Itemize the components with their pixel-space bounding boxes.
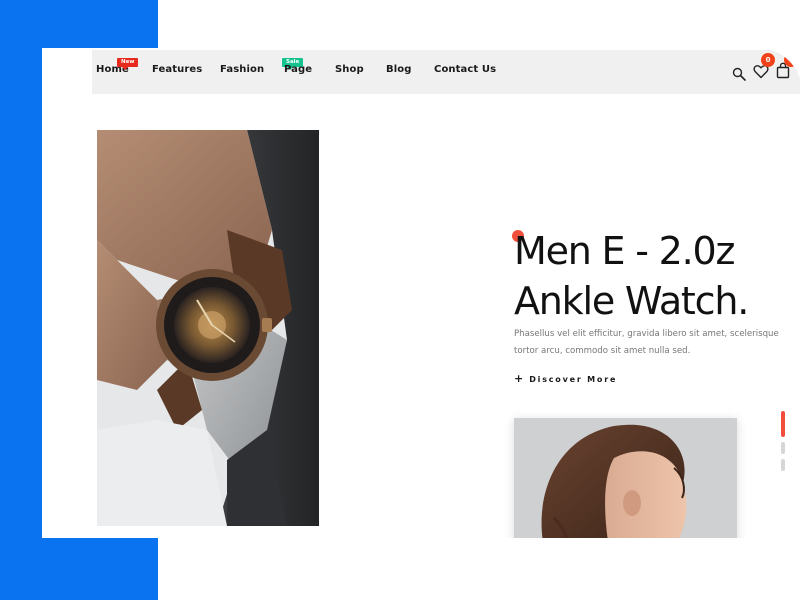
hero-title-line-1: Men E - 2.0z	[514, 229, 735, 273]
nav-item-page[interactable]: Page	[284, 64, 312, 75]
discover-more-label: Discover More	[529, 375, 618, 384]
slider-dot-1[interactable]	[781, 411, 785, 437]
model-portrait-image	[514, 418, 737, 538]
main-card: Home New Features Fashion Sale Page Shop…	[42, 48, 800, 538]
new-badge: New	[117, 58, 139, 70]
hero-title: Men E - 2.0z Ankle Watch.	[514, 226, 800, 326]
plus-icon: +	[514, 372, 524, 385]
nav-item-features[interactable]: Features	[152, 64, 202, 75]
search-icon[interactable]	[732, 66, 746, 85]
nav-item-blog[interactable]: Blog	[386, 64, 411, 75]
watch-product-image	[97, 130, 319, 526]
nav-item-fashion[interactable]: Fashion	[220, 64, 264, 75]
wishlist-count-badge: 0	[761, 53, 775, 67]
discover-more-link[interactable]: + Discover More	[514, 372, 617, 385]
slider-dot-2[interactable]	[781, 442, 785, 454]
nav-item-shop[interactable]: Shop	[335, 64, 364, 75]
slider-pagination	[781, 411, 787, 476]
hero-description: Phasellus vel elit efficitur, gravida li…	[514, 329, 779, 356]
slider-dot-3[interactable]	[781, 459, 785, 471]
top-navbar: Home New Features Fashion Sale Page Shop…	[92, 50, 800, 94]
nav-item-contact-us[interactable]: Contact Us	[434, 64, 496, 75]
cart-count-badge: 0	[784, 53, 798, 67]
hero-title-line-2: Ankle Watch.	[514, 279, 749, 323]
